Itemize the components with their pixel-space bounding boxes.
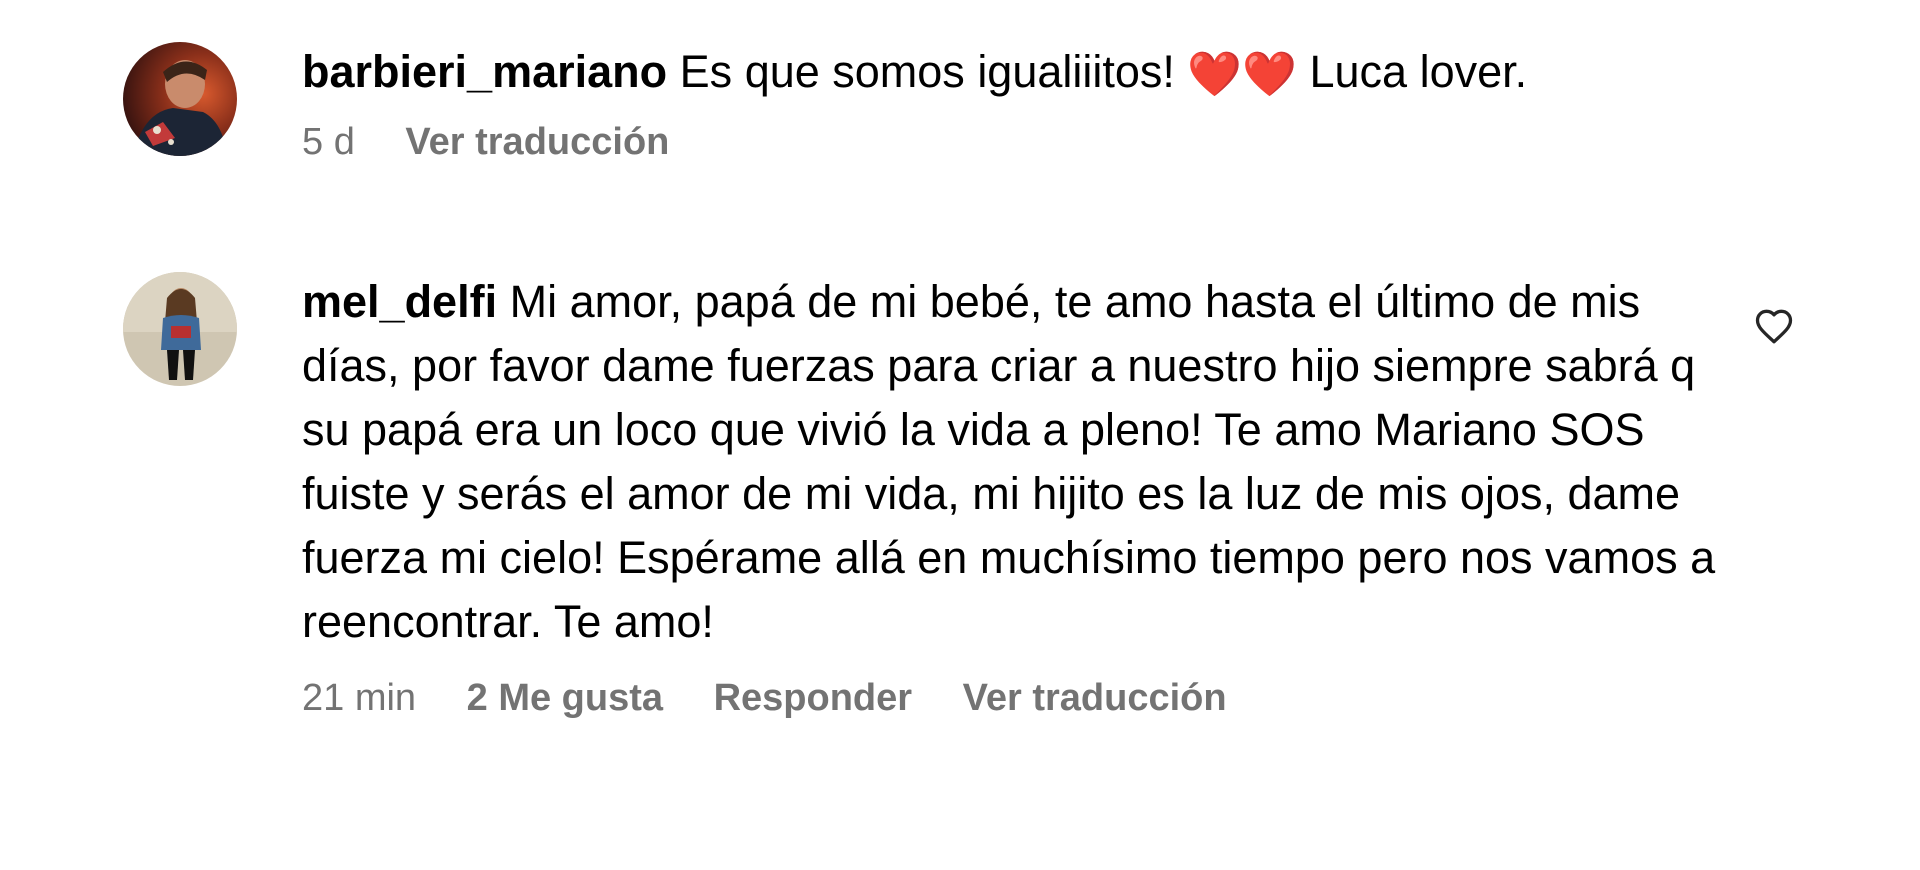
avatar-image [123, 42, 237, 156]
comment-body: mel_delfi Mi amor, papá de mi bebé, te a… [302, 270, 1715, 722]
comment-timestamp[interactable]: 5 d [302, 118, 355, 166]
comment-timestamp[interactable]: 21 min [302, 674, 416, 722]
comment-meta: 21 min 2 Me gusta Responder Ver traducci… [302, 674, 1702, 722]
comment-body: barbieri_mariano Es que somos igualiiito… [302, 40, 1702, 166]
comment-username[interactable]: mel_delfi [302, 276, 497, 327]
avatar-image [123, 272, 237, 386]
reply-button[interactable]: Responder [714, 674, 912, 722]
comment-meta: 5 d Ver traducción [302, 118, 1702, 166]
comment-text: barbieri_mariano Es que somos igualiiito… [302, 40, 1702, 104]
comment-content: Mi amor, papá de mi bebé, te amo hasta e… [302, 276, 1716, 647]
translate-button[interactable]: Ver traducción [963, 674, 1227, 722]
comment-username[interactable]: barbieri_mariano [302, 46, 667, 97]
avatar[interactable] [123, 42, 237, 156]
like-button[interactable] [1752, 304, 1796, 348]
comment-content: Es que somos igualiiitos! [679, 46, 1188, 97]
translate-button[interactable]: Ver traducción [405, 118, 669, 166]
avatar[interactable] [123, 272, 237, 386]
comment-text: mel_delfi Mi amor, papá de mi bebé, te a… [302, 270, 1732, 654]
comment-content-end: Luca lover. [1297, 46, 1528, 97]
red-heart-emoji: ❤️❤️ [1187, 50, 1297, 99]
heart-outline-icon [1755, 309, 1793, 344]
likes-count-button[interactable]: 2 Me gusta [467, 674, 663, 722]
